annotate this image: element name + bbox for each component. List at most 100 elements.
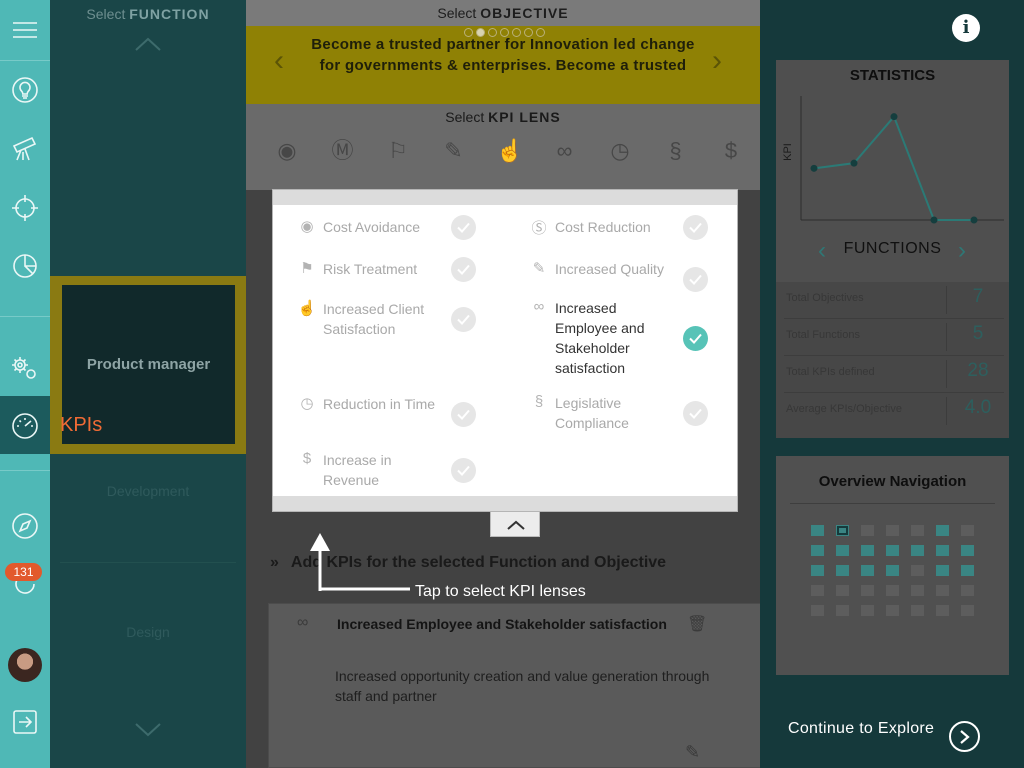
continue-button[interactable] [949, 721, 980, 752]
avatar[interactable] [8, 648, 42, 682]
kpi-lens-header: Select KPI LENS ◉ Ⓜ ⚐ ✎ ☝ ∞ ◷ § $ [246, 104, 760, 190]
functions-label: FUNCTIONS [843, 240, 942, 257]
function-item[interactable]: Development [50, 483, 246, 499]
kpis-button[interactable] [0, 398, 50, 454]
menu-button[interactable] [0, 2, 50, 58]
statistics-row: Total Objectives 7 [776, 282, 1009, 319]
chevron-left-icon[interactable]: ‹ [818, 239, 826, 263]
statistics-row-label: Total KPIs defined [786, 366, 875, 378]
overview-cell[interactable] [811, 585, 824, 596]
statistics-row-value: 7 [972, 286, 984, 307]
chevron-up-icon[interactable] [134, 36, 162, 52]
target-button[interactable] [0, 180, 50, 236]
statistics-row-value: 28 [967, 360, 989, 381]
kpi-lens-checkbox[interactable] [451, 257, 476, 282]
piggy-bank-icon[interactable]: ◉ [274, 138, 300, 164]
objective-banner[interactable]: ‹ Become a trusted partner for Innovatio… [246, 26, 760, 104]
kpi-card[interactable]: ∞ Increased Employee and Stakeholder sat… [268, 603, 764, 768]
overview-cell[interactable] [886, 545, 899, 556]
chevron-down-icon[interactable] [134, 722, 162, 738]
overview-cell[interactable] [811, 525, 824, 536]
logout-icon [13, 710, 37, 734]
edit-icon[interactable]: ✎ [685, 742, 700, 763]
compass-button[interactable] [0, 498, 50, 554]
overview-cell[interactable] [911, 525, 924, 536]
overview-cell[interactable] [886, 585, 899, 596]
overview-cell[interactable] [861, 565, 874, 576]
kpi-lens-checkbox[interactable] [683, 267, 708, 292]
stopwatch-icon[interactable]: ◷ [607, 138, 633, 164]
statistics-row-label: Total Objectives [786, 292, 864, 304]
overview-cell[interactable] [961, 585, 974, 596]
dollar-circle-icon[interactable]: Ⓜ [330, 138, 356, 164]
handshake-icon[interactable]: ∞ [552, 138, 578, 164]
dollar-icon[interactable]: $ [718, 138, 744, 164]
overview-cell[interactable] [961, 545, 974, 556]
overview-cell[interactable] [961, 605, 974, 616]
overview-cell[interactable] [886, 565, 899, 576]
kpi-lens-checkbox[interactable] [451, 458, 476, 483]
objective-text: Become a trusted partner for Innovation … [311, 36, 695, 74]
analytics-button[interactable] [0, 238, 50, 294]
kpi-lens-checkbox[interactable] [683, 326, 708, 351]
overview-cell[interactable] [936, 585, 949, 596]
overview-cell[interactable] [936, 545, 949, 556]
ideas-button[interactable] [0, 62, 50, 118]
overview-cell[interactable] [936, 565, 949, 576]
crosshair-icon [12, 195, 38, 221]
overview-cell[interactable] [911, 545, 924, 556]
overview-cell[interactable] [936, 605, 949, 616]
overview-cell[interactable] [961, 525, 974, 536]
overview-cell[interactable] [961, 565, 974, 576]
flag-icon[interactable]: ⚐ [385, 138, 411, 164]
overview-cell[interactable] [836, 565, 849, 576]
settings-button[interactable] [0, 340, 50, 396]
collapse-button[interactable] [490, 512, 540, 537]
rail-divider [0, 60, 50, 61]
kpi-series-points [810, 113, 978, 224]
overview-cell[interactable] [861, 605, 874, 616]
overview-cell[interactable] [861, 525, 874, 536]
thumbs-up-icon[interactable]: ☝ [496, 138, 523, 164]
overview-cell-current[interactable] [836, 525, 849, 536]
kpi-lens-checkbox[interactable] [683, 215, 708, 240]
kpi-lens-checkbox[interactable] [451, 307, 476, 332]
overview-cell[interactable] [811, 565, 824, 576]
kpi-lens-checkbox[interactable] [451, 402, 476, 427]
explore-button[interactable] [0, 120, 50, 176]
chevron-right-icon[interactable]: › [958, 239, 966, 263]
kpi-lens-checkbox[interactable] [683, 401, 708, 426]
overview-cell[interactable] [911, 585, 924, 596]
statistics-row-label: Average KPIs/Objective [786, 403, 902, 415]
overview-cell[interactable] [886, 525, 899, 536]
overview-cell[interactable] [936, 525, 949, 536]
stopwatch-icon: ◷ [300, 395, 314, 412]
notification-badge: 131 [5, 563, 42, 581]
continue-label[interactable]: Continue to Explore [788, 720, 934, 738]
kpi-card-title: Increased Employee and Stakeholder satis… [337, 616, 667, 632]
chevron-right-icon[interactable]: › [712, 46, 722, 76]
overview-cell[interactable] [911, 605, 924, 616]
overview-cell[interactable] [811, 545, 824, 556]
hint-label: Tap to select KPI lenses [415, 583, 586, 600]
checkmark-icon [689, 408, 702, 419]
overview-cell[interactable] [911, 565, 924, 576]
overview-cell[interactable] [886, 605, 899, 616]
overview-cell[interactable] [836, 545, 849, 556]
overview-cell[interactable] [861, 585, 874, 596]
overview-cell[interactable] [836, 585, 849, 596]
legal-icon[interactable]: § [663, 138, 689, 164]
speedometer-icon [12, 413, 38, 439]
function-item[interactable]: Design [50, 624, 246, 640]
trash-icon[interactable]: 🗑 [687, 614, 707, 634]
overview-cell[interactable] [861, 545, 874, 556]
kpi-lens-checkbox[interactable] [451, 215, 476, 240]
checkmark-icon [689, 333, 702, 344]
overview-cell[interactable] [811, 605, 824, 616]
overview-cell[interactable] [836, 605, 849, 616]
logout-button[interactable] [0, 694, 50, 750]
quality-icon[interactable]: ✎ [441, 138, 467, 164]
info-button[interactable]: i [952, 14, 980, 42]
double-chevron-icon: » [270, 554, 279, 571]
chevron-left-icon[interactable]: ‹ [274, 46, 284, 76]
